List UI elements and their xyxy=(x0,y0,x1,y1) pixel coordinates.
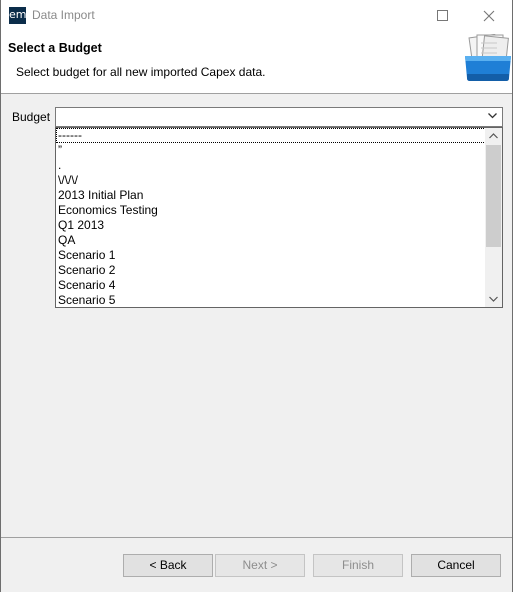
maximize-icon xyxy=(437,9,448,21)
page-title: Select a Budget xyxy=(8,41,102,55)
budget-option[interactable]: Scenario 2 xyxy=(56,263,486,278)
app-icon: em xyxy=(9,7,26,24)
title-bar: em Data Import xyxy=(1,0,512,31)
budget-label: Budget xyxy=(12,110,51,124)
scrollbar-thumb[interactable] xyxy=(486,145,501,247)
data-import-dialog: em Data Import Select a Budget Select bu… xyxy=(0,0,513,592)
back-button[interactable]: < Back xyxy=(123,554,213,577)
page-description: Select budget for all new imported Capex… xyxy=(16,65,266,79)
cancel-button[interactable]: Cancel xyxy=(411,554,501,577)
budget-option[interactable]: ------ xyxy=(56,128,486,143)
next-button[interactable]: Next > xyxy=(215,554,305,577)
budget-option[interactable]: Scenario 4 xyxy=(56,278,486,293)
finish-button[interactable]: Finish xyxy=(313,554,403,577)
dropdown-scrollbar[interactable] xyxy=(485,128,502,307)
scroll-down-button[interactable] xyxy=(485,291,502,307)
budget-option[interactable]: \/\/\/ xyxy=(56,173,486,188)
budget-option[interactable]: Q1 2013 xyxy=(56,218,486,233)
maximize-button[interactable] xyxy=(420,0,466,31)
chevron-up-icon xyxy=(489,133,498,139)
footer-separator xyxy=(1,537,512,538)
budget-combobox[interactable] xyxy=(55,107,503,127)
scroll-up-button[interactable] xyxy=(485,128,502,144)
budget-option[interactable]: Economics Testing xyxy=(56,203,486,218)
budget-option-list: ------”. \/\/\/2013 Initial Plan Economics… xyxy=(56,128,486,307)
close-button[interactable] xyxy=(466,0,512,31)
budget-option[interactable]: . xyxy=(56,158,486,173)
budget-option[interactable]: ” xyxy=(56,143,486,158)
window-title: Data Import xyxy=(32,8,95,22)
budget-option[interactable]: QA xyxy=(56,233,486,248)
budget-option[interactable]: Scenario 1 xyxy=(56,248,486,263)
budget-dropdown-list[interactable]: ------”. \/\/\/2013 Initial Plan Economics… xyxy=(55,127,503,308)
chevron-down-icon xyxy=(489,296,498,302)
budget-option[interactable]: 2013 Initial Plan xyxy=(56,188,486,203)
wizard-header: Select a Budget Select budget for all ne… xyxy=(1,31,512,94)
folder-with-documents-icon xyxy=(463,33,513,85)
close-icon xyxy=(483,10,495,21)
budget-option[interactable]: Scenario 5 xyxy=(56,293,486,307)
chevron-down-icon[interactable] xyxy=(488,113,497,119)
